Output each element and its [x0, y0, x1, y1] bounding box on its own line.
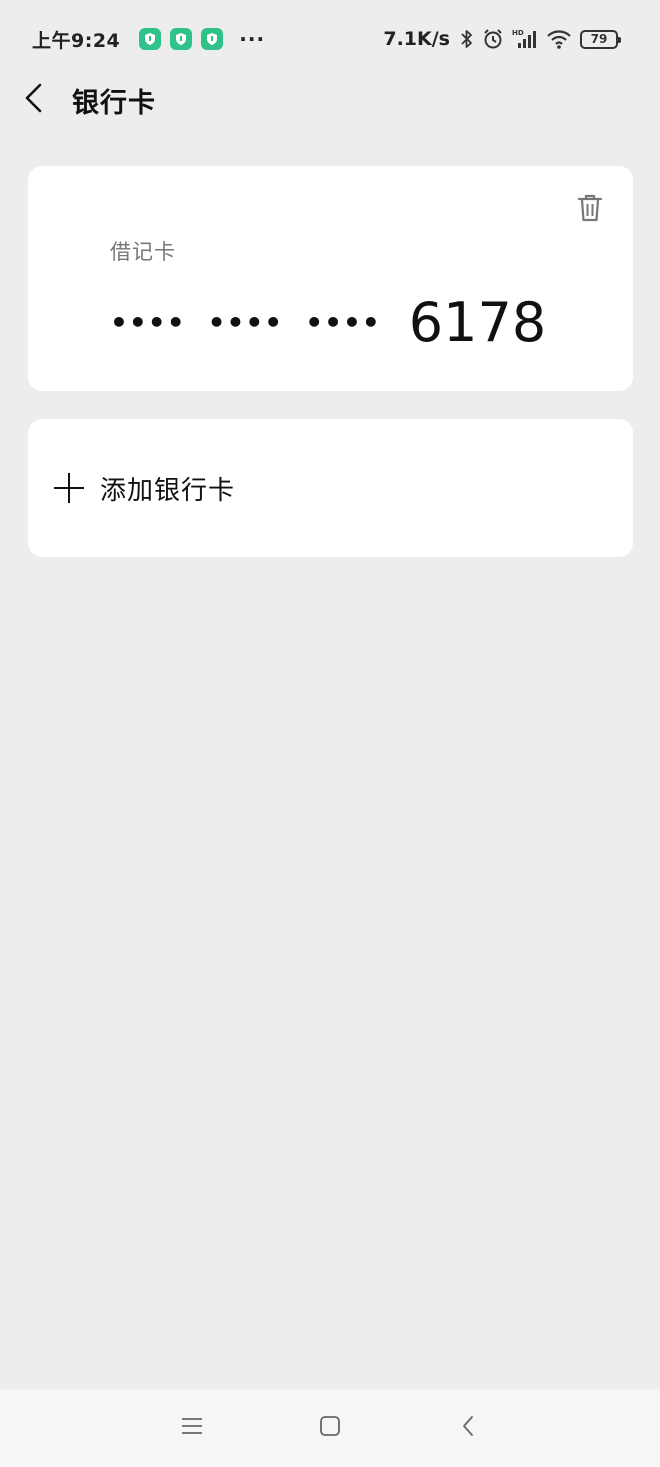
trash-icon	[577, 193, 603, 227]
status-right: 7.1K/s HD 79	[383, 28, 621, 50]
add-bank-card-button[interactable]: 添加银行卡	[28, 419, 633, 557]
delete-card-button[interactable]	[575, 194, 605, 226]
bank-card[interactable]: 借记卡 •••• •••• •••• 6178	[28, 166, 633, 391]
card-number: •••• •••• •••• 6178	[110, 288, 546, 356]
battery-icon: 79	[580, 29, 621, 49]
masked-digits: ••••	[110, 305, 186, 339]
recent-apps-button[interactable]	[123, 1398, 261, 1458]
masked-digits: ••••	[207, 305, 284, 339]
page-title: 银行卡	[72, 87, 156, 119]
card-type-label: 借记卡	[110, 240, 176, 264]
back-button[interactable]	[0, 78, 72, 122]
card-last-four-digits: 6178	[408, 290, 547, 354]
wifi-icon	[546, 28, 572, 50]
status-time: 上午9:24	[32, 29, 121, 52]
menu-icon	[181, 1417, 203, 1439]
back-icon	[461, 1415, 475, 1441]
screen: 上午9:24 ··· 7.1K/s HD 79 银行卡 借记卡 •••• •••…	[0, 0, 660, 1467]
security-shield-icon	[139, 28, 162, 50]
bluetooth-icon	[460, 28, 474, 50]
signal-hd-icon: HD	[512, 28, 538, 50]
title-bar: 银行卡	[0, 78, 660, 122]
status-bar: 上午9:24 ··· 7.1K/s HD 79	[0, 0, 660, 78]
home-button[interactable]	[261, 1398, 399, 1458]
plus-icon	[54, 473, 84, 503]
security-shield-icon	[201, 28, 224, 50]
more-notifications-indicator: ···	[239, 27, 266, 51]
security-shield-icon	[170, 28, 193, 50]
masked-digits: ••••	[305, 305, 381, 339]
add-bank-card-label: 添加银行卡	[100, 475, 236, 506]
svg-text:HD: HD	[512, 29, 524, 37]
system-back-button[interactable]	[399, 1398, 537, 1458]
chevron-left-icon	[23, 82, 45, 118]
network-speed: 7.1K/s	[383, 28, 450, 50]
home-icon	[319, 1415, 341, 1441]
system-nav-bar	[0, 1389, 660, 1467]
alarm-icon	[482, 28, 504, 50]
